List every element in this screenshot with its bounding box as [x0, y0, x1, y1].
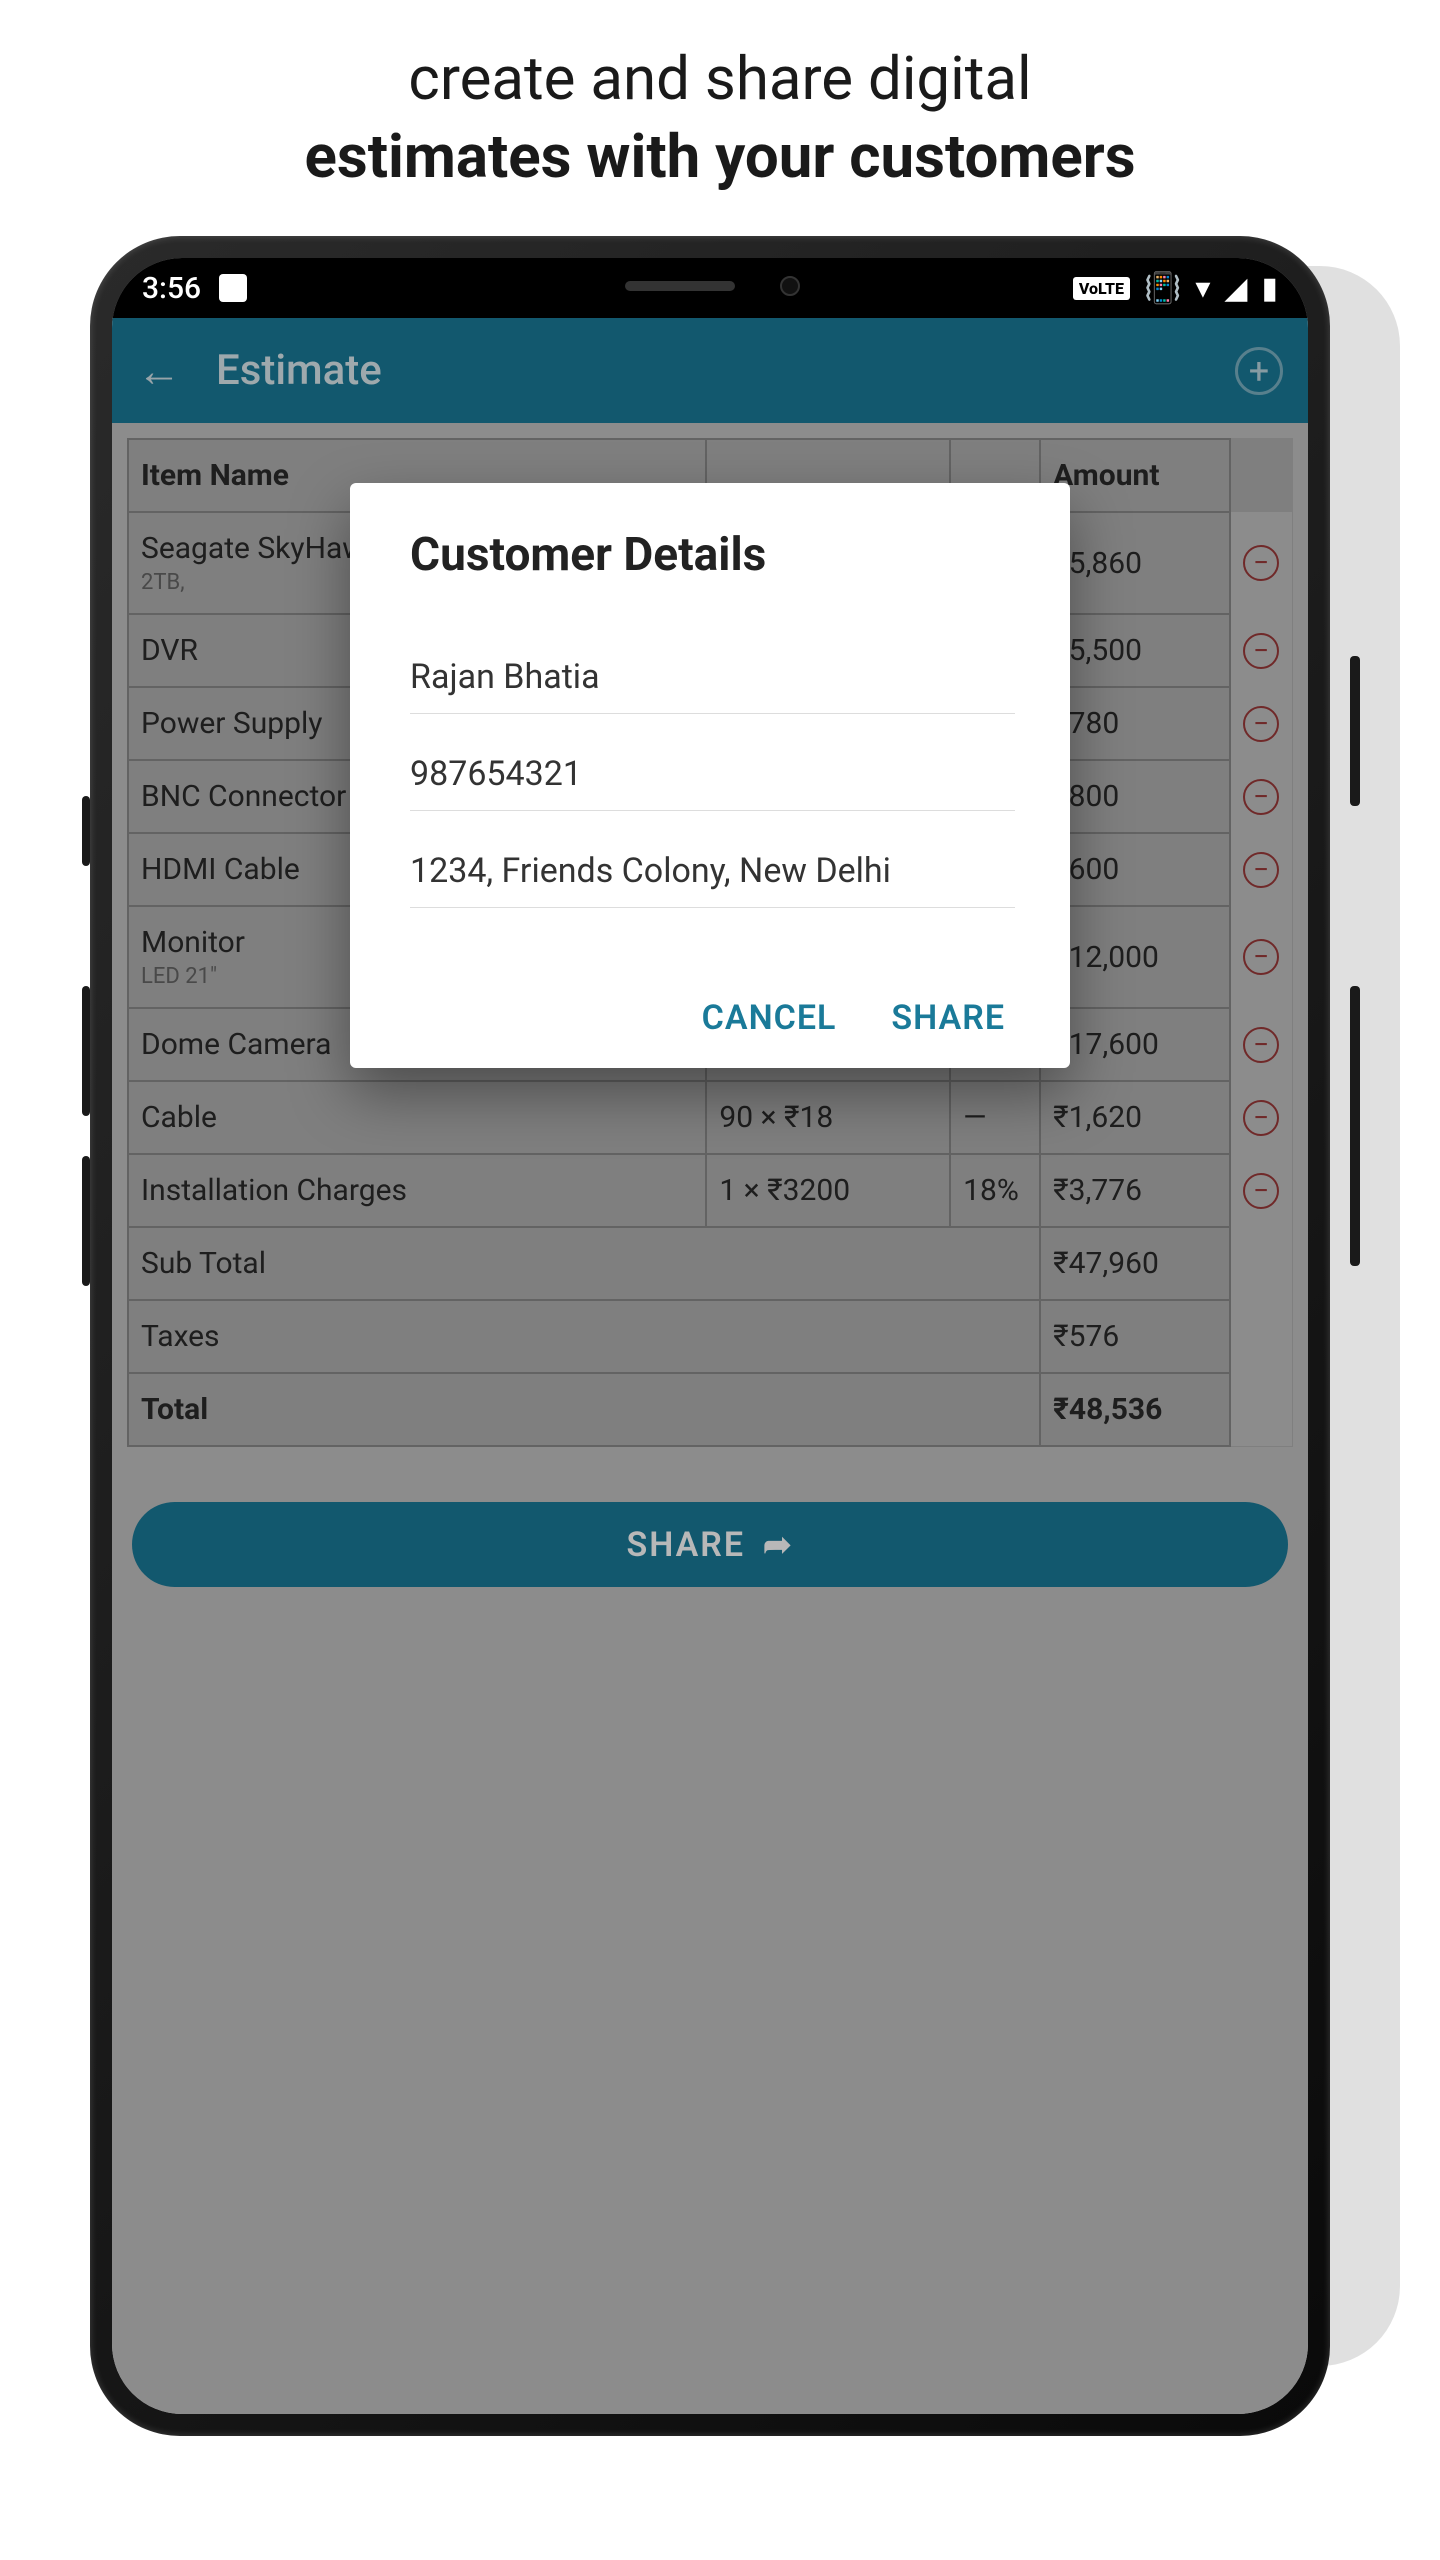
- status-time: 3:56: [142, 271, 201, 306]
- customer-address-field[interactable]: 1234, Friends Colony, New Delhi: [410, 831, 1015, 908]
- promo-line2: estimates with your customers: [304, 121, 1135, 192]
- signal-icon: ◢: [1224, 271, 1247, 306]
- dialog-share-button[interactable]: SHARE: [891, 998, 1005, 1038]
- phone-notch: [470, 258, 950, 313]
- picture-icon: [219, 274, 247, 302]
- customer-phone-field[interactable]: 987654321: [410, 734, 1015, 811]
- cancel-button[interactable]: CANCEL: [702, 998, 837, 1038]
- dialog-title: Customer Details: [410, 528, 1015, 582]
- vibrate-icon: 📳: [1144, 271, 1181, 306]
- phone-frame: 3:56 VoLTE 📳 ▾ ◢ ▮ ← Estimate +: [90, 236, 1330, 2436]
- volte-icon: VoLTE: [1073, 277, 1130, 300]
- wifi-icon: ▾: [1195, 271, 1210, 306]
- customer-name-field[interactable]: Rajan Bhatia: [410, 637, 1015, 714]
- customer-details-dialog: Customer Details Rajan Bhatia 987654321 …: [350, 483, 1070, 1068]
- promo-line1: create and share digital: [408, 43, 1031, 114]
- battery-icon: ▮: [1261, 271, 1278, 306]
- promo-headline: create and share digital estimates with …: [0, 0, 1440, 216]
